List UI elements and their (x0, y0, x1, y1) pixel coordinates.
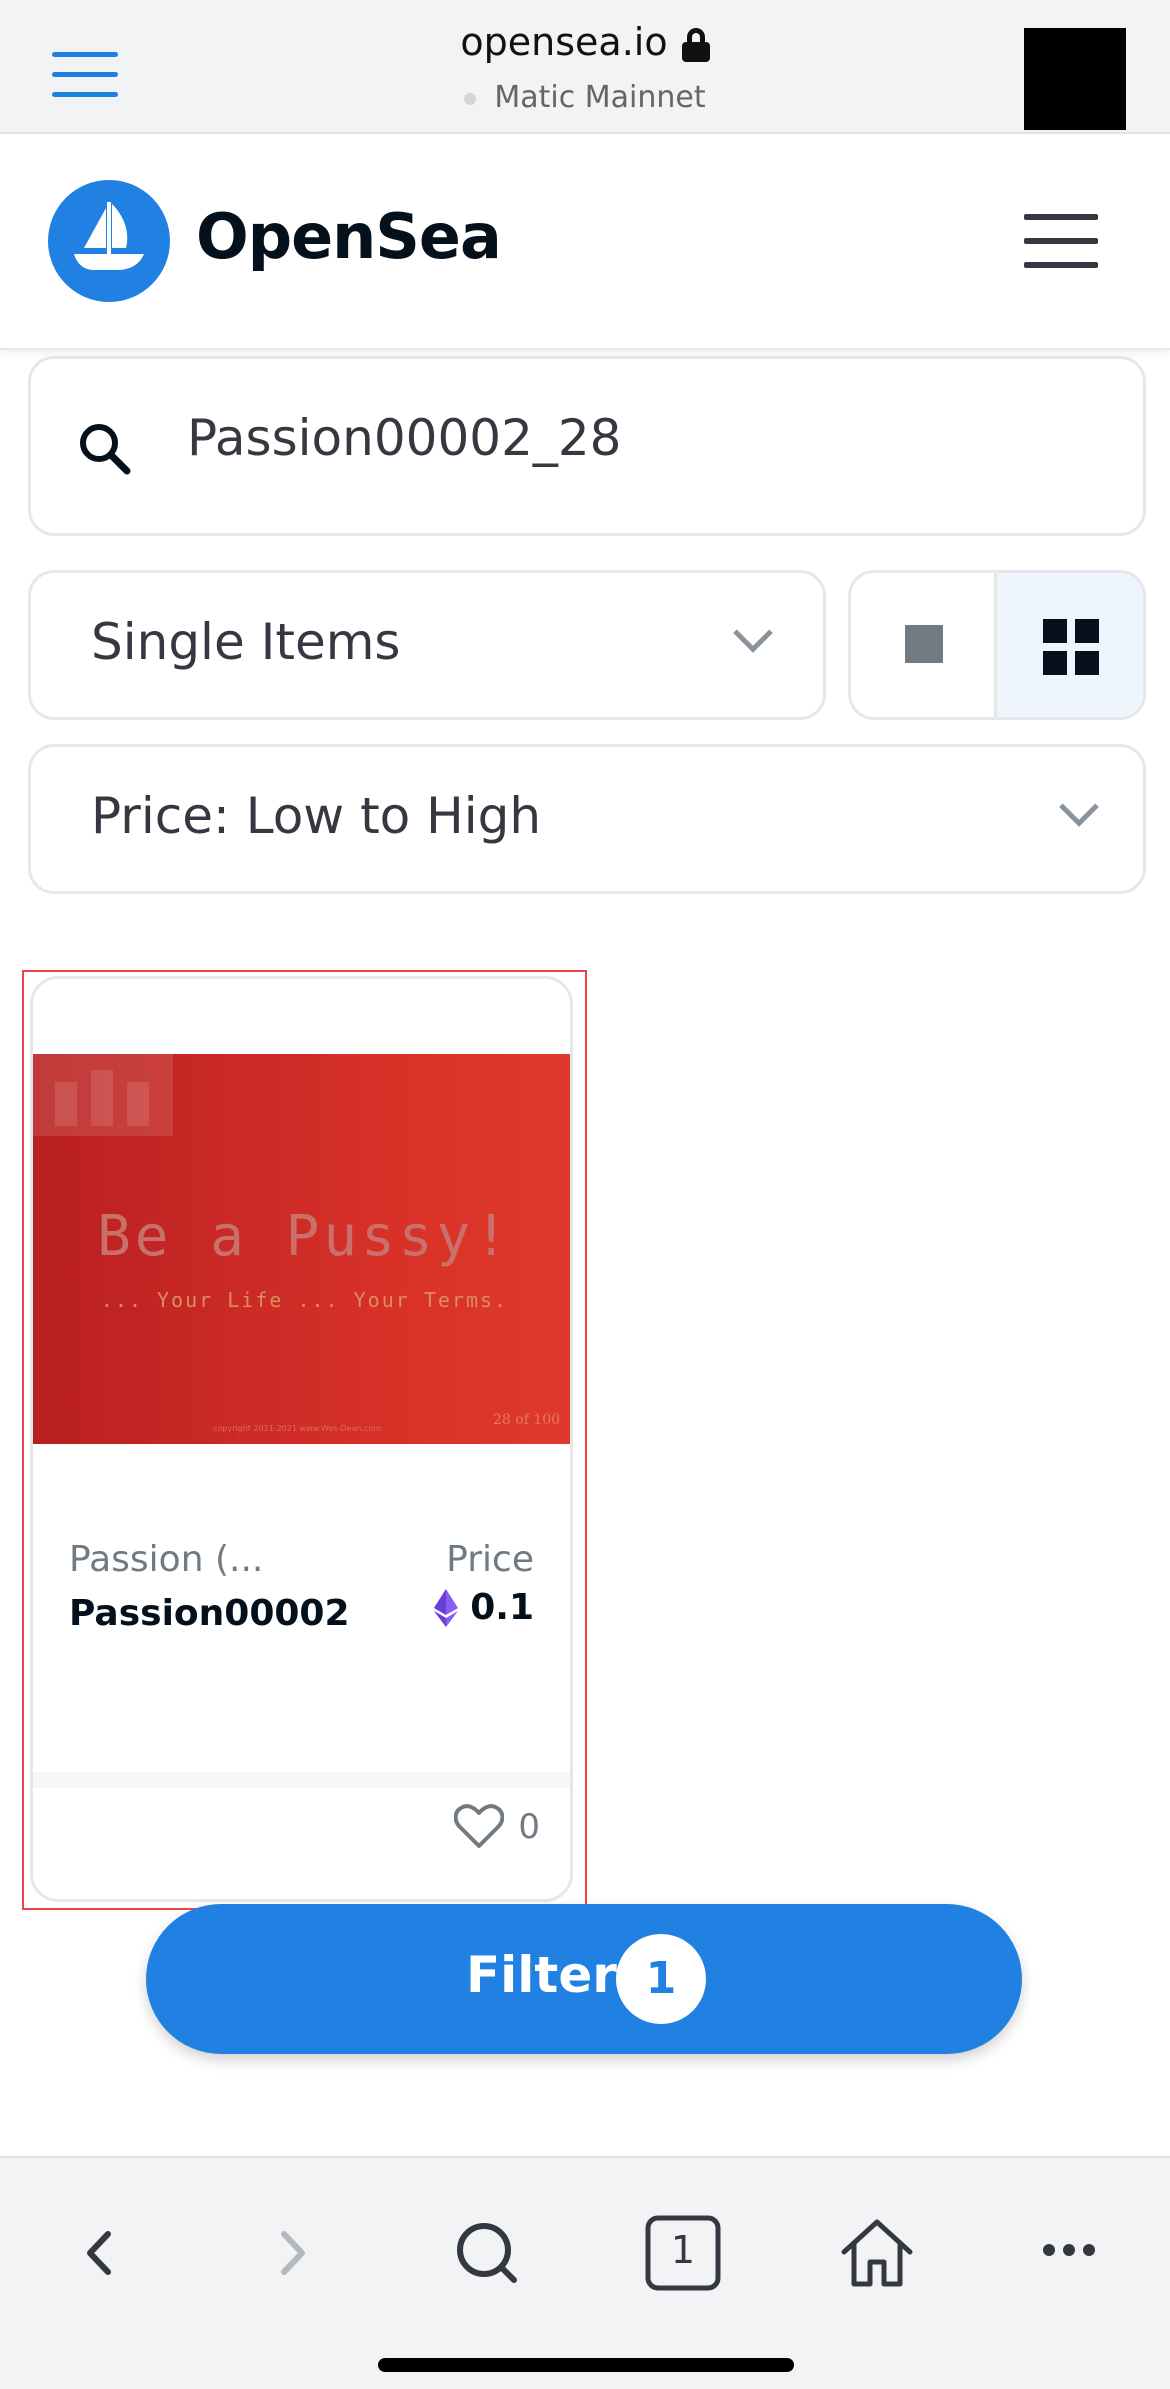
search-button[interactable] (442, 2208, 532, 2298)
image-copyright-text: copyright 2011-2021 www.Wes-Dean.com (213, 1424, 382, 1433)
opensea-logo-icon[interactable] (48, 180, 170, 302)
image-title-text: Be a Pussy! (97, 1204, 512, 1269)
asset-name: Passion00002 (69, 1593, 350, 1634)
url-display[interactable]: opensea.io (0, 20, 1170, 64)
filter-button[interactable]: Filter 1 (146, 1904, 1022, 2054)
single-square-icon (905, 625, 943, 663)
search-icon (80, 424, 131, 475)
item-type-dropdown[interactable]: Single Items (28, 570, 826, 720)
favorite-button[interactable]: 0 (453, 1804, 540, 1868)
browser-toolbar: 1 (0, 2156, 1170, 2389)
more-button[interactable] (1024, 2208, 1114, 2298)
network-status-dot (464, 92, 477, 105)
asset-card[interactable]: Be a Pussy! ... Your Life ... Your Terms… (30, 976, 573, 1902)
site-header: OpenSea (0, 136, 1170, 350)
tabs-count: 1 (670, 2228, 696, 2272)
image-subtitle-text: ... Your Life ... Your Terms. (100, 1288, 509, 1312)
lock-icon (681, 27, 710, 62)
home-indicator (378, 2358, 794, 2372)
card-footer: 0 (33, 1772, 570, 1899)
collection-name[interactable]: Passion (... (69, 1539, 263, 1580)
more-dots-icon (1043, 2244, 1095, 2256)
search-icon (457, 2223, 517, 2283)
browser-address-bar: opensea.io Matic Mainnet (0, 0, 1170, 134)
main-content: Passion00002_28 Single Items Price: Low … (0, 352, 1170, 2154)
price-value: 0.1 (434, 1587, 534, 1631)
sort-selected: Price: Low to High (91, 787, 542, 845)
asset-image[interactable]: Be a Pussy! ... Your Life ... Your Terms… (33, 1054, 570, 1444)
back-button[interactable] (56, 2208, 146, 2298)
back-arrow-icon (87, 2231, 111, 2275)
favorite-count: 0 (518, 1807, 540, 1847)
network-name: Matic Mainnet (494, 80, 706, 115)
search-input[interactable]: Passion00002_28 (28, 356, 1146, 536)
single-view-button[interactable] (851, 573, 997, 717)
filter-count-badge: 1 (616, 1934, 706, 2024)
redacted-block (1024, 28, 1126, 130)
price-amount: 0.1 (470, 1587, 534, 1628)
sort-dropdown[interactable]: Price: Low to High (28, 744, 1146, 894)
item-type-selected: Single Items (91, 613, 401, 671)
forward-button[interactable] (246, 2208, 336, 2298)
grid-view-button[interactable] (997, 573, 1143, 717)
filter-label: Filter (466, 1946, 617, 2004)
chevron-down-icon (1059, 787, 1099, 827)
hamburger-menu-icon[interactable] (1024, 214, 1098, 270)
heart-icon (453, 1804, 505, 1848)
home-button[interactable] (832, 2208, 922, 2298)
search-value[interactable]: Passion00002_28 (187, 409, 622, 467)
eth-icon (434, 1588, 459, 1627)
price-label: Price (446, 1539, 534, 1580)
image-edition-text: 28 of 100 (493, 1412, 561, 1428)
chevron-down-icon (733, 613, 773, 653)
network-indicator: Matic Mainnet (0, 80, 1170, 115)
tabs-button[interactable]: 1 (638, 2208, 728, 2298)
home-icon (841, 2219, 913, 2287)
forward-arrow-icon (281, 2231, 305, 2275)
watermark-stamp (33, 1054, 173, 1136)
url-text[interactable]: opensea.io (460, 20, 667, 64)
brand-name[interactable]: OpenSea (196, 200, 502, 273)
view-mode-toggle[interactable] (848, 570, 1146, 720)
